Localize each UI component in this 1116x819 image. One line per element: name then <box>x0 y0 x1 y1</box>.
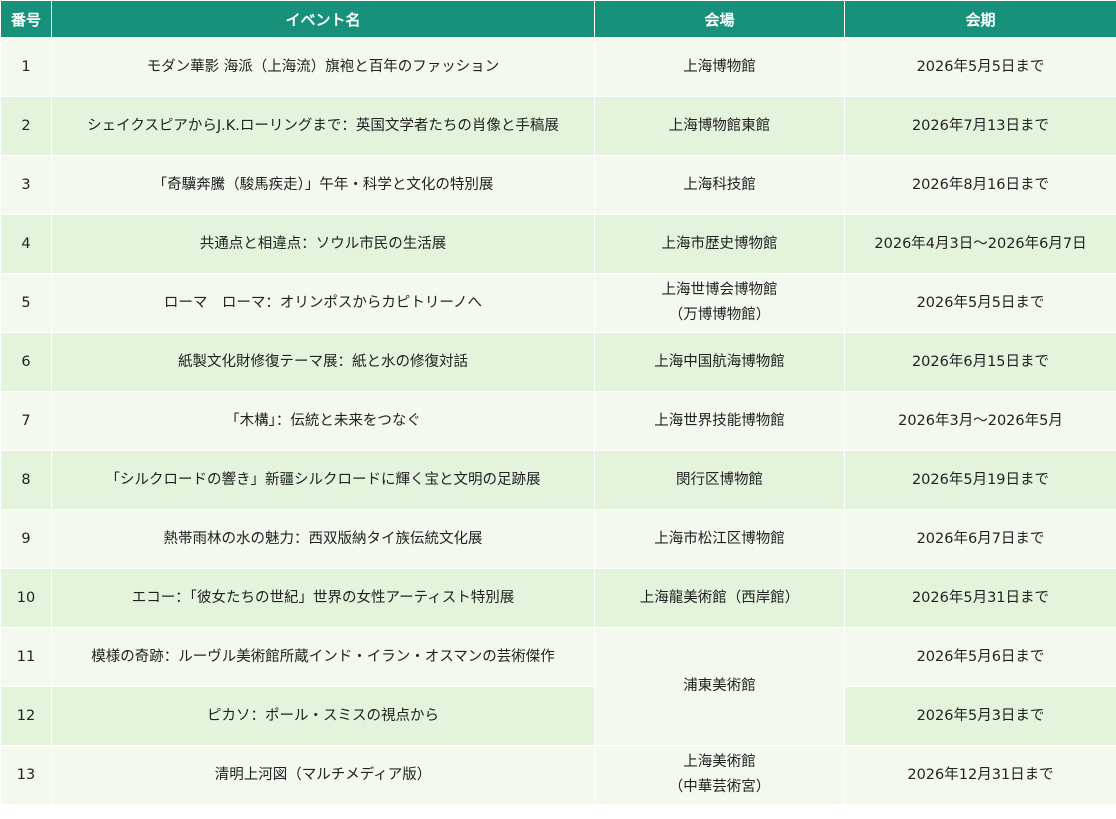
cell-period: 2026年7月13日まで <box>844 96 1116 156</box>
cell-event-name: 「木構」：伝統と未来をつなぐ <box>51 391 595 451</box>
cell-event-name: 紙製文化財修復テーマ展：紙と水の修復対話 <box>51 332 595 392</box>
cell-venue: 上海科技館 <box>594 155 845 215</box>
cell-event-name: 共通点と相違点：ソウル市民の生活展 <box>51 214 595 274</box>
cell-event-name: 「奇驥奔騰（駿馬疾走）」午年・科学と文化の特別展 <box>51 155 595 215</box>
venue-line: （中華芸術宮） <box>668 779 771 795</box>
venue-line: 上海世界技能博物館 <box>654 412 785 429</box>
table-body: 1 モダン華影 海派（上海流）旗袍と百年のファッション 上海博物館 2026年5月5日… <box>0 37 1116 805</box>
table-row: 2 シェイクスピアからJ.K.ローリングまで：英国文学者たちの肖像と手稿展 上海博物… <box>0 96 1116 156</box>
venue-line: 上海市松江区博物館 <box>654 530 785 547</box>
cell-number: 9 <box>0 509 52 569</box>
cell-venue: 上海博物館 <box>594 37 845 97</box>
venue-line: 上海美術館 <box>683 754 756 770</box>
cell-period: 2026年5月19日まで <box>844 450 1116 510</box>
header-venue: 会場 <box>594 0 845 38</box>
table-row: 11 模様の奇跡：ルーヴル美術館所蔵インド・イラン・オスマンの芸術傑作浦東美術館 2… <box>0 627 1116 746</box>
cell-period: 2026年5月5日まで <box>844 273 1116 333</box>
cell-period: 2026年12月31日まで <box>844 745 1116 805</box>
cell-period: 2026年5月6日まで <box>844 627 1116 687</box>
table-row: 3 「奇驥奔騰（駿馬疾走）」午年・科学と文化の特別展 上海科技館 2026年8月16日… <box>0 155 1116 215</box>
cell-number: 7 <box>0 391 52 451</box>
venue-line: 閔行区博物館 <box>676 471 763 488</box>
cell-venue: 上海世博会博物館 （万博博物館） <box>594 273 845 333</box>
cell-venue: 上海龍美術館（西岸館） <box>594 568 845 628</box>
cell-event-name: 熱帯雨林の水の魅力：西双版納タイ族伝統文化展 <box>51 509 595 569</box>
table-row: 10 エコー：「彼女たちの世紀」世界の女性アーティスト特別展 上海龍美術館（西岸館）… <box>0 568 1116 628</box>
cell-number: 2 <box>0 96 52 156</box>
cell-event-name: シェイクスピアからJ.K.ローリングまで：英国文学者たちの肖像と手稿展 <box>51 96 595 156</box>
table-row: 5 ローマ ローマ：オリンポスからカピトリーノへ 上海世博会博物館 （万博博物館） 20… <box>0 273 1116 333</box>
table-row: 12 ピカソ：ポール・スミスの視点から 2026年5月3日まで <box>0 686 1116 746</box>
header-number: 番号 <box>0 0 52 38</box>
table-row: 1 モダン華影 海派（上海流）旗袍と百年のファッション 上海博物館 2026年5月5日… <box>0 37 1116 97</box>
cell-event-name: 模様の奇跡：ルーヴル美術館所蔵インド・イラン・オスマンの芸術傑作 <box>51 627 595 687</box>
table-row: 4 共通点と相違点：ソウル市民の生活展 上海市歴史博物館 2026年4月3日～2026… <box>0 214 1116 274</box>
cell-number: 4 <box>0 214 52 274</box>
cell-venue: 閔行区博物館 <box>594 450 845 510</box>
venue-line: 浦東美術館 <box>683 678 756 694</box>
cell-event-name: 清明上河図（マルチメディア版） <box>51 745 595 805</box>
cell-event-name: 「シルクロードの響き」新疆シルクロードに輝く宝と文明の足跡展 <box>51 450 595 510</box>
cell-venue: 浦東美術館 <box>594 627 845 746</box>
cell-number: 13 <box>0 745 52 805</box>
cell-venue: 上海市歴史博物館 <box>594 214 845 274</box>
table-header-row: 番号 イベント名 会場 会期 <box>0 0 1116 38</box>
cell-number: 10 <box>0 568 52 628</box>
cell-venue: 上海世界技能博物館 <box>594 391 845 451</box>
venue-line: （万博博物館） <box>668 307 771 323</box>
cell-venue: 上海中国航海博物館 <box>594 332 845 392</box>
cell-period: 2026年5月5日まで <box>844 37 1116 97</box>
venue-line: 上海世博会博物館 <box>661 282 778 298</box>
table-row: 7 「木構」：伝統と未来をつなぐ 上海世界技能博物館 2026年3月～2026年5月 <box>0 391 1116 451</box>
cell-period: 2026年8月16日まで <box>844 155 1116 215</box>
cell-period: 2026年4月3日～2026年6月7日 <box>844 214 1116 274</box>
venue-line: 上海博物館 <box>683 58 756 75</box>
table-row: 6 紙製文化財修復テーマ展：紙と水の修復対話 上海中国航海博物館 2026年6月15日… <box>0 332 1116 392</box>
cell-venue: 上海博物館東館 <box>594 96 845 156</box>
cell-event-name: モダン華影 海派（上海流）旗袍と百年のファッション <box>51 37 595 97</box>
cell-number: 3 <box>0 155 52 215</box>
cell-event-name: ピカソ：ポール・スミスの視点から <box>51 686 595 746</box>
cell-venue: 上海美術館 （中華芸術宮） <box>594 745 845 805</box>
cell-period: 2026年5月3日まで <box>844 686 1116 746</box>
table-row: 13 清明上河図（マルチメディア版） 上海美術館 （中華芸術宮） 2026年12月31日… <box>0 745 1116 805</box>
header-event-name: イベント名 <box>51 0 595 38</box>
cell-number: 12 <box>0 686 52 746</box>
cell-number: 5 <box>0 273 52 333</box>
header-period: 会期 <box>844 0 1116 38</box>
table-row: 8 「シルクロードの響き」新疆シルクロードに輝く宝と文明の足跡展 閔行区博物館 202… <box>0 450 1116 510</box>
venue-line: 上海市歴史博物館 <box>661 235 778 252</box>
venue-line: 上海中国航海博物館 <box>654 353 785 370</box>
venue-line: 上海博物館東館 <box>668 117 771 134</box>
cell-number: 1 <box>0 37 52 97</box>
cell-period: 2026年3月～2026年5月 <box>844 391 1116 451</box>
cell-period: 2026年6月7日まで <box>844 509 1116 569</box>
cell-event-name: ローマ ローマ：オリンポスからカピトリーノへ <box>51 273 595 333</box>
exhibition-table: 番号 イベント名 会場 会期 1 モダン華影 海派（上海流）旗袍と百年のファッショ… <box>0 0 1116 805</box>
venue-line: 上海科技館 <box>683 176 756 193</box>
cell-number: 6 <box>0 332 52 392</box>
cell-number: 8 <box>0 450 52 510</box>
table-row: 9 熱帯雨林の水の魅力：西双版納タイ族伝統文化展 上海市松江区博物館 2026年6月7… <box>0 509 1116 569</box>
cell-event-name: エコー：「彼女たちの世紀」世界の女性アーティスト特別展 <box>51 568 595 628</box>
cell-venue: 上海市松江区博物館 <box>594 509 845 569</box>
cell-period: 2026年6月15日まで <box>844 332 1116 392</box>
cell-number: 11 <box>0 627 52 687</box>
venue-line: 上海龍美術館（西岸館） <box>639 589 800 606</box>
cell-period: 2026年5月31日まで <box>844 568 1116 628</box>
